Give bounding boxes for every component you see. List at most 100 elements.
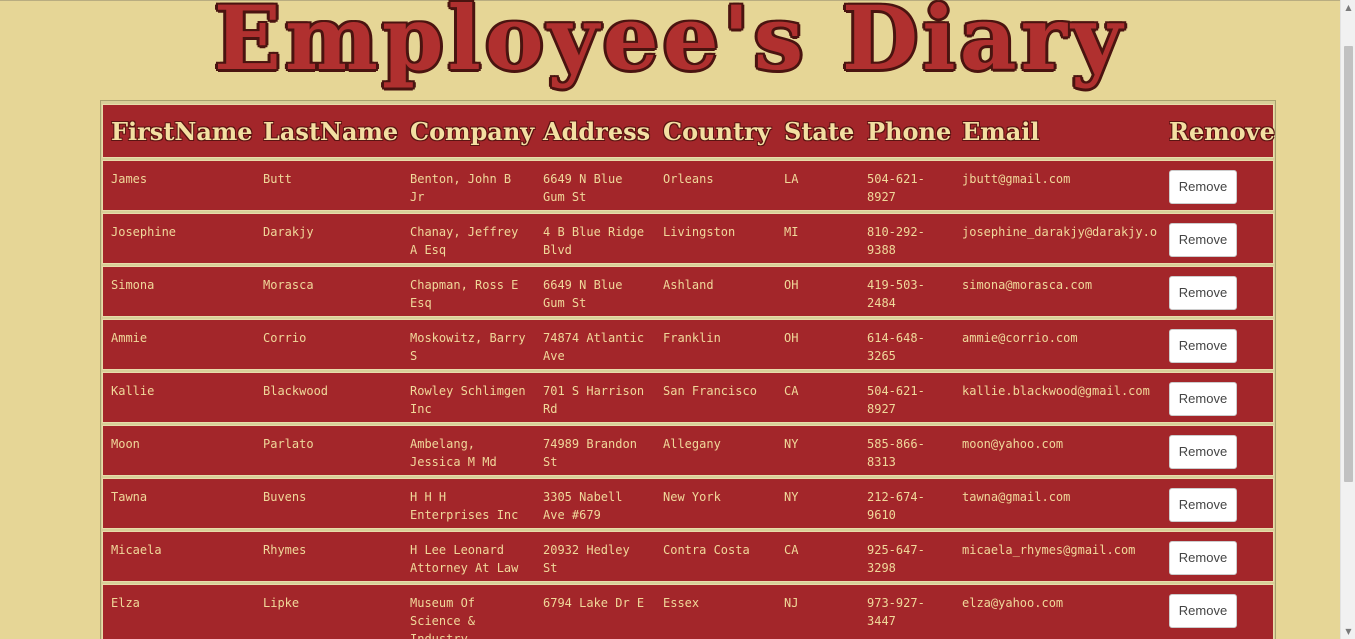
cell-address: 6794 Lake Dr E	[535, 584, 655, 639]
cell-state: NY	[776, 478, 859, 529]
cell-firstname: Josephine	[102, 213, 255, 264]
cell-phone: 585-866-8313	[859, 425, 954, 476]
cell-phone: 925-647-3298	[859, 531, 954, 582]
cell-country: Allegany	[655, 425, 776, 476]
cell-lastname: Butt	[255, 160, 402, 211]
cell-remove: Remove	[1159, 266, 1274, 317]
cell-state: CA	[776, 531, 859, 582]
cell-country: New York	[655, 478, 776, 529]
cell-address: 74874 Atlantic Ave	[535, 319, 655, 370]
column-header-address[interactable]: Address	[535, 104, 655, 158]
cell-email: elza@yahoo.com	[954, 584, 1159, 639]
column-header-state[interactable]: State	[776, 104, 859, 158]
column-header-country[interactable]: Country	[655, 104, 776, 158]
cell-email: moon@yahoo.com	[954, 425, 1159, 476]
cell-email: ammie@corrio.com	[954, 319, 1159, 370]
cell-address: 6649 N Blue Gum St	[535, 160, 655, 211]
remove-button[interactable]: Remove	[1169, 170, 1237, 204]
cell-remove: Remove	[1159, 372, 1274, 423]
cell-lastname: Buvens	[255, 478, 402, 529]
cell-email: simona@morasca.com	[954, 266, 1159, 317]
cell-country: Contra Costa	[655, 531, 776, 582]
employee-table-container: FirstName LastName Company Address Count…	[100, 100, 1276, 639]
scroll-up-arrow-icon[interactable]: ▲	[1341, 0, 1355, 15]
cell-remove: Remove	[1159, 531, 1274, 582]
cell-company: Museum Of Science & Industry	[402, 584, 535, 639]
cell-email: josephine_darakjy@darakjy.org	[954, 213, 1159, 264]
column-header-email[interactable]: Email	[954, 104, 1159, 158]
table-row: Kallie Blackwood Rowley Schlimgen Inc 70…	[102, 372, 1274, 423]
table-row: Elza Lipke Museum Of Science & Industry …	[102, 584, 1274, 639]
remove-button[interactable]: Remove	[1169, 594, 1237, 628]
cell-state: OH	[776, 319, 859, 370]
vertical-scrollbar[interactable]: ▲ ▼	[1340, 0, 1355, 639]
remove-button[interactable]: Remove	[1169, 382, 1237, 416]
cell-state: MI	[776, 213, 859, 264]
cell-email: jbutt@gmail.com	[954, 160, 1159, 211]
cell-lastname: Morasca	[255, 266, 402, 317]
cell-lastname: Corrio	[255, 319, 402, 370]
cell-lastname: Rhymes	[255, 531, 402, 582]
cell-state: LA	[776, 160, 859, 211]
cell-remove: Remove	[1159, 425, 1274, 476]
cell-firstname: James	[102, 160, 255, 211]
page-title: Employee's Diary	[213, 0, 1127, 90]
column-header-firstname[interactable]: FirstName	[102, 104, 255, 158]
cell-state: OH	[776, 266, 859, 317]
cell-firstname: Micaela	[102, 531, 255, 582]
cell-firstname: Tawna	[102, 478, 255, 529]
cell-remove: Remove	[1159, 584, 1274, 639]
cell-company: Rowley Schlimgen Inc	[402, 372, 535, 423]
remove-button[interactable]: Remove	[1169, 435, 1237, 469]
table-header-row: FirstName LastName Company Address Count…	[102, 104, 1275, 158]
table-row: Ammie Corrio Moskowitz, Barry S 74874 At…	[102, 319, 1274, 370]
cell-phone: 212-674-9610	[859, 478, 954, 529]
remove-button[interactable]: Remove	[1169, 541, 1237, 575]
cell-state: NY	[776, 425, 859, 476]
cell-state: NJ	[776, 584, 859, 639]
cell-phone: 419-503-2484	[859, 266, 954, 317]
cell-remove: Remove	[1159, 160, 1274, 211]
cell-country: Franklin	[655, 319, 776, 370]
cell-country: Livingston	[655, 213, 776, 264]
cell-firstname: Elza	[102, 584, 255, 639]
cell-address: 20932 Hedley St	[535, 531, 655, 582]
remove-button[interactable]: Remove	[1169, 223, 1237, 257]
cell-company: Benton, John B Jr	[402, 160, 535, 211]
cell-phone: 504-621-8927	[859, 160, 954, 211]
scroll-down-arrow-icon[interactable]: ▼	[1341, 624, 1355, 639]
cell-state: CA	[776, 372, 859, 423]
cell-address: 6649 N Blue Gum St	[535, 266, 655, 317]
cell-email: micaela_rhymes@gmail.com	[954, 531, 1159, 582]
cell-lastname: Darakjy	[255, 213, 402, 264]
cell-remove: Remove	[1159, 478, 1274, 529]
cell-company: H Lee Leonard Attorney At Law	[402, 531, 535, 582]
cell-remove: Remove	[1159, 213, 1274, 264]
table-row: Moon Parlato Ambelang, Jessica M Md 7498…	[102, 425, 1274, 476]
cell-country: San Francisco	[655, 372, 776, 423]
page: Employee's Diary FirstName LastName Comp…	[0, 0, 1355, 639]
table-row: Micaela Rhymes H Lee Leonard Attorney At…	[102, 531, 1274, 582]
cell-address: 74989 Brandon St	[535, 425, 655, 476]
cell-remove: Remove	[1159, 319, 1274, 370]
cell-lastname: Parlato	[255, 425, 402, 476]
cell-company: Chanay, Jeffrey A Esq	[402, 213, 535, 264]
remove-button[interactable]: Remove	[1169, 276, 1237, 310]
column-header-company[interactable]: Company	[402, 104, 535, 158]
cell-company: Chapman, Ross E Esq	[402, 266, 535, 317]
remove-button[interactable]: Remove	[1169, 329, 1237, 363]
cell-company: H H H Enterprises Inc	[402, 478, 535, 529]
scrollbar-thumb[interactable]	[1344, 46, 1353, 482]
cell-firstname: Ammie	[102, 319, 255, 370]
column-header-lastname[interactable]: LastName	[255, 104, 402, 158]
column-header-phone[interactable]: Phone	[859, 104, 954, 158]
cell-lastname: Blackwood	[255, 372, 402, 423]
cell-country: Ashland	[655, 266, 776, 317]
table-row: Simona Morasca Chapman, Ross E Esq 6649 …	[102, 266, 1274, 317]
cell-company: Moskowitz, Barry S	[402, 319, 535, 370]
cell-phone: 504-621-8927	[859, 372, 954, 423]
remove-button[interactable]: Remove	[1169, 488, 1237, 522]
cell-firstname: Kallie	[102, 372, 255, 423]
cell-email: tawna@gmail.com	[954, 478, 1159, 529]
table-row: Tawna Buvens H H H Enterprises Inc 3305 …	[102, 478, 1274, 529]
